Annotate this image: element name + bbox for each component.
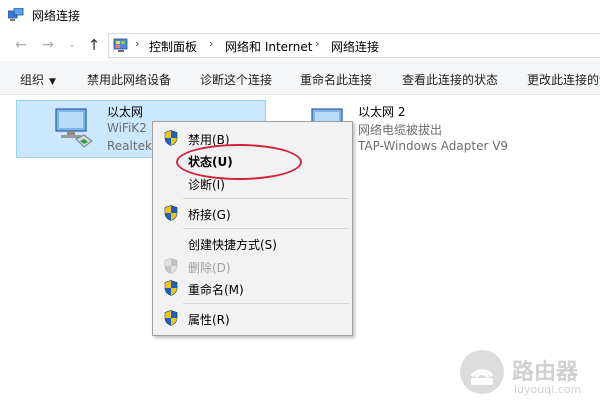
breadcrumb-network-connections[interactable]: 网络连接 [331,38,379,55]
organize-menu-button[interactable]: 组织 ▼ [20,71,56,88]
adapter-device: TAP-Windows Adapter V9 [358,139,509,153]
menu-item-bridge[interactable]: 桥接(G) [155,202,350,224]
adapter-status: 网络电缆被拔出 [358,123,443,137]
context-menu: 禁用(B) 状态(U) 诊断(I) 桥接(G) 创建快捷方式(S) 删除(D) … [152,121,353,336]
view-status-button[interactable]: 查看此连接的状态 [402,71,498,88]
adapter-name: 以太网 [107,105,144,119]
command-bar: 组织 ▼ 禁用此网络设备 诊断这个连接 重命名此连接 查看此连接的状态 更改此连接… [0,61,600,95]
uac-shield-icon [164,280,178,296]
title-bar: 网络连接 [0,0,600,30]
menu-item-disable[interactable]: 禁用(B) [155,127,350,149]
menu-separator [183,228,349,229]
window-title: 网络连接 [32,9,81,23]
menu-item-status[interactable]: 状态(U) [155,149,350,171]
menu-separator [183,198,349,199]
breadcrumb-separator-icon[interactable]: › [315,37,319,50]
diagnose-connection-button[interactable]: 诊断这个连接 [200,71,272,88]
adapter-device: Realtek [107,139,152,153]
router-logo-icon [460,350,504,394]
breadcrumb-network-internet[interactable]: 网络和 Internet [225,38,312,55]
navigation-bar: ← → ⌄ ↑ › 控制面板 › 网络和 Internet › 网络连接 [0,30,600,60]
breadcrumb-separator-icon[interactable]: › [135,37,139,50]
uac-shield-icon [164,130,178,146]
uac-shield-icon [164,205,178,221]
forward-arrow-icon[interactable]: → [40,37,56,53]
breadcrumb-control-panel[interactable]: 控制面板 [149,38,197,55]
menu-item-rename[interactable]: 重命名(M) [155,277,350,299]
menu-item-properties[interactable]: 属性(R) [155,307,350,329]
disable-device-button[interactable]: 禁用此网络设备 [87,71,171,88]
control-panel-icon [113,38,128,52]
adapter-status: WiFiK2 [107,121,147,135]
menu-item-label: 状态(U) [188,155,233,169]
menu-item-label: 诊断(I) [188,178,225,192]
menu-item-label: 属性(R) [188,313,230,327]
watermark-subtitle: luyouqi.com [514,383,582,396]
rename-connection-button[interactable]: 重命名此连接 [300,71,372,88]
network-connections-icon [8,8,24,21]
uac-shield-icon [164,310,178,326]
menu-separator [183,303,349,304]
menu-item-label: 禁用(B) [188,133,230,147]
watermark: 路由器 luyouqi.com [460,350,600,414]
uac-shield-icon [164,258,178,274]
menu-item-label: 删除(D) [188,261,231,275]
menu-item-label: 创建快捷方式(S) [188,238,277,252]
menu-item-label: 桥接(G) [188,208,231,222]
up-arrow-icon[interactable]: ↑ [86,37,102,53]
menu-item-label: 重命名(M) [188,283,244,297]
organize-label: 组织 [20,73,45,87]
menu-item-create-shortcut[interactable]: 创建快捷方式(S) [155,232,350,254]
dropdown-caret-icon: ▼ [49,77,56,87]
recent-locations-chevron-icon[interactable]: ⌄ [64,37,80,53]
breadcrumb-separator-icon[interactable]: › [209,37,213,50]
adapter-name[interactable]: 以太网 2 [358,103,405,120]
change-settings-button[interactable]: 更改此连接的设 [527,71,600,88]
network-adapter-icon [55,108,93,148]
menu-item-delete: 删除(D) [155,255,350,277]
watermark-title: 路由器 [512,360,579,385]
menu-item-diagnose[interactable]: 诊断(I) [155,172,350,194]
address-bar[interactable]: › 控制面板 › 网络和 Internet › 网络连接 [108,33,600,58]
back-arrow-icon[interactable]: ← [13,37,29,53]
